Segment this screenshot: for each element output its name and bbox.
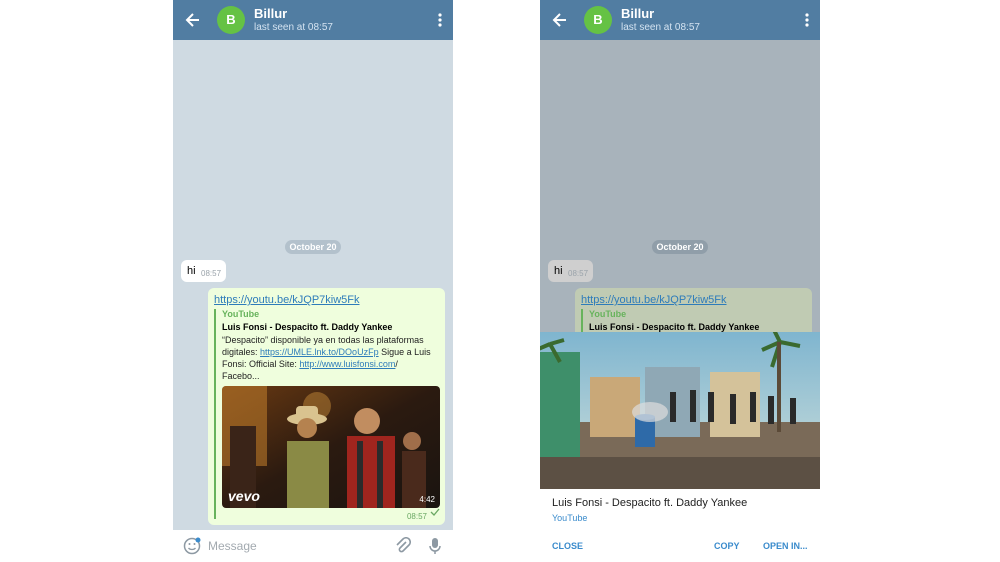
chat-header: B Billur last seen at 08:57 xyxy=(540,0,820,40)
message-text: hi xyxy=(554,265,563,277)
back-arrow-icon[interactable] xyxy=(183,10,203,30)
preview-title: Luis Fonsi - Despacito ft. Daddy Yankee xyxy=(589,322,760,332)
description-link-2[interactable]: http://www.luisfonsi.com xyxy=(299,359,395,369)
video-preview-image[interactable] xyxy=(540,332,820,489)
open-in-button[interactable]: OPEN IN... xyxy=(763,541,808,551)
incoming-message: hi 08:57 xyxy=(548,260,593,282)
message-input-bar: Message xyxy=(173,530,453,562)
preview-site: YouTube xyxy=(589,309,627,319)
chat-screen: B Billur last seen at 08:57 October 20 h… xyxy=(173,0,453,562)
read-check-icon xyxy=(430,503,440,521)
sheet-title: Luis Fonsi - Despacito ft. Daddy Yankee xyxy=(552,497,748,509)
contact-name[interactable]: Billur xyxy=(254,6,287,21)
attach-icon[interactable] xyxy=(395,536,412,560)
copy-button[interactable]: COPY xyxy=(714,541,740,551)
contact-status: last seen at 08:57 xyxy=(621,22,700,33)
sheet-subtitle: YouTube xyxy=(552,513,588,523)
message-time: 08:57 xyxy=(406,512,427,521)
outgoing-message[interactable]: https://youtu.be/kJQP7kiw5Fk YouTube Lui… xyxy=(208,288,445,525)
chat-background: October 20 hi 08:57 https://youtu.be/kJQ… xyxy=(173,40,453,530)
emoji-icon[interactable] xyxy=(183,537,201,560)
more-menu-icon[interactable] xyxy=(804,12,810,28)
microphone-icon[interactable] xyxy=(429,537,441,560)
chat-header: B Billur last seen at 08:57 xyxy=(173,0,453,40)
message-link: https://youtu.be/kJQP7kiw5Fk xyxy=(581,294,727,306)
message-link[interactable]: https://youtu.be/kJQP7kiw5Fk xyxy=(214,294,360,306)
more-menu-icon[interactable] xyxy=(437,12,443,28)
close-button[interactable]: CLOSE xyxy=(552,541,583,551)
date-divider: October 20 xyxy=(652,240,708,254)
chat-screen-with-preview: B Billur last seen at 08:57 October 20 h… xyxy=(540,0,820,562)
vevo-logo: vevo xyxy=(228,488,260,504)
incoming-message[interactable]: hi 08:57 xyxy=(181,260,226,282)
contact-status: last seen at 08:57 xyxy=(254,22,333,33)
message-time: 08:57 xyxy=(201,269,222,278)
avatar[interactable]: B xyxy=(584,6,612,34)
avatar[interactable]: B xyxy=(217,6,245,34)
message-text: hi xyxy=(187,265,196,277)
back-arrow-icon[interactable] xyxy=(550,10,570,30)
message-input[interactable]: Message xyxy=(208,539,257,553)
preview-description: “Despacito” disponible ya en todas las p… xyxy=(222,335,431,381)
description-link-1[interactable]: https://UMLE.lnk.to/DOoUzFp xyxy=(260,347,379,357)
video-thumbnail[interactable]: vevo 4:42 xyxy=(222,386,440,508)
contact-name[interactable]: Billur xyxy=(621,6,654,21)
preview-site: YouTube xyxy=(222,309,260,319)
preview-title: Luis Fonsi - Despacito ft. Daddy Yankee xyxy=(222,322,393,332)
date-divider: October 20 xyxy=(285,240,341,254)
message-time: 08:57 xyxy=(568,269,589,278)
link-preview-sheet: Luis Fonsi - Despacito ft. Daddy Yankee … xyxy=(540,332,820,562)
